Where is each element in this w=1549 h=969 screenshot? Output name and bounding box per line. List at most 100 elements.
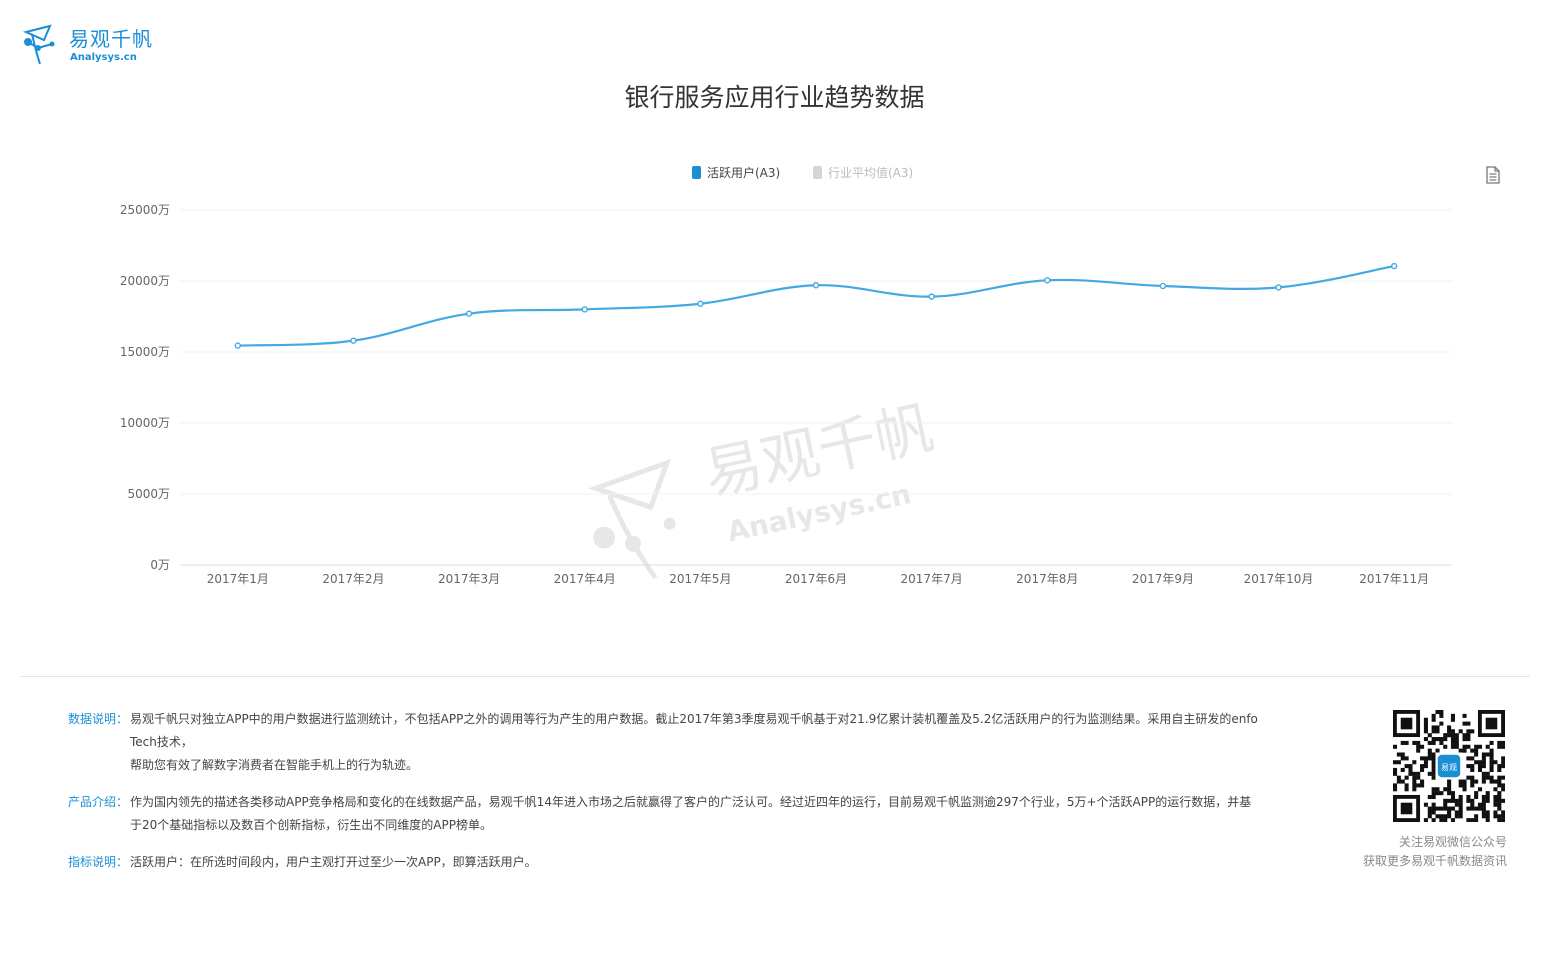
- qr-module: [1466, 733, 1471, 738]
- qr-module: [1439, 806, 1444, 811]
- qr-module: [1485, 775, 1490, 780]
- qr-module: [1439, 814, 1444, 819]
- x-tick-label: 2017年11月: [1359, 572, 1429, 586]
- legend-item[interactable]: 活跃用户(A3): [692, 165, 780, 180]
- qr-module: [1404, 740, 1409, 745]
- qr-module: [1447, 798, 1452, 803]
- qr-module: [1443, 802, 1448, 807]
- qr-module: [1501, 760, 1505, 765]
- qr-module: [1489, 760, 1494, 765]
- qr-module: [1458, 779, 1463, 784]
- qr-module: [1416, 783, 1421, 788]
- qr-module: [1393, 783, 1398, 788]
- qr-badge-label: 易观: [1441, 763, 1457, 772]
- qr-module: [1427, 771, 1432, 776]
- qr-module: [1481, 810, 1486, 815]
- qr-module: [1470, 767, 1475, 772]
- qr-code-icon: 易观: [1393, 710, 1505, 822]
- qr-module: [1412, 779, 1417, 784]
- qr-module: [1493, 798, 1498, 803]
- qr-module: [1427, 794, 1432, 800]
- qr-module: [1474, 818, 1479, 822]
- page-title: 银行服务应用行业趋势数据: [624, 83, 925, 112]
- qr-module: [1462, 748, 1467, 753]
- qr-module: [1470, 748, 1475, 753]
- qr-module: [1400, 740, 1405, 745]
- qr-module: [1458, 802, 1463, 807]
- qr-module: [1470, 783, 1475, 788]
- data-point: [350, 337, 357, 344]
- qr-module: [1466, 729, 1471, 734]
- qr-module: [1431, 810, 1436, 815]
- qr-module: [1477, 764, 1483, 769]
- qr-module: [1477, 767, 1483, 772]
- qr-module: [1443, 814, 1448, 819]
- qr-module: [1474, 806, 1479, 811]
- qr-module: [1481, 775, 1486, 780]
- qr-module: [1466, 806, 1471, 811]
- qr-module: [1454, 744, 1459, 749]
- qr-module: [1462, 787, 1467, 792]
- note-product-intro: 产品介绍： 作为国内领先的描述各类移动APP竞争格局和变化的在线数据产品，易观千…: [68, 791, 1263, 837]
- qr-module: [1431, 756, 1436, 761]
- note-text: 易观千帆只对独立APP中的用户数据进行监测统计，不包括APP之外的调用等行为产生…: [130, 708, 1263, 777]
- qr-module: [1470, 779, 1475, 784]
- qr-module: [1485, 771, 1490, 776]
- qr-module: [1431, 725, 1436, 730]
- data-point: [697, 300, 704, 307]
- qr-module: [1470, 729, 1475, 734]
- legend-swatch: [813, 166, 822, 179]
- data-point: [581, 306, 588, 313]
- qr-module: [1497, 779, 1502, 784]
- qr-module: [1420, 783, 1425, 788]
- qr-module: [1423, 802, 1428, 807]
- legend-item[interactable]: 行业平均值(A3): [813, 165, 913, 180]
- series-layer: [234, 262, 1398, 349]
- qr-module: [1447, 725, 1452, 730]
- qr-module: [1458, 729, 1463, 734]
- qr-module: [1450, 806, 1455, 811]
- series-line: [237, 265, 1395, 347]
- y-tick-label: 5000万: [127, 487, 170, 501]
- qr-module: [1396, 779, 1401, 784]
- qr-module: [1485, 744, 1490, 749]
- qr-module: [1427, 806, 1432, 811]
- qr-module: [1423, 818, 1428, 822]
- qr-module: [1400, 767, 1405, 772]
- qr-module: [1431, 767, 1436, 772]
- qr-module: [1435, 737, 1440, 742]
- qr-module: [1400, 752, 1405, 757]
- qr-module: [1481, 806, 1486, 811]
- analysys-logo-icon: [22, 24, 55, 65]
- qr-module: [1450, 798, 1455, 803]
- brand-logo[interactable]: 易观千帆 Analysys.cn: [22, 22, 182, 70]
- qr-module: [1481, 771, 1486, 776]
- qr-module: [1497, 744, 1502, 749]
- qr-module: [1423, 717, 1428, 722]
- qr-module: [1462, 779, 1467, 784]
- qr-module: [1497, 740, 1502, 745]
- qr-module: [1427, 756, 1432, 761]
- qr-module: [1501, 818, 1505, 822]
- data-point: [812, 282, 820, 289]
- qr-module: [1431, 740, 1436, 745]
- qr-module: [1439, 710, 1444, 715]
- qr-module: [1431, 802, 1436, 807]
- data-point: [1159, 282, 1167, 290]
- qr-module: [1447, 806, 1452, 811]
- data-point: [234, 342, 242, 349]
- qr-module: [1420, 767, 1425, 772]
- qr-module: [1404, 764, 1409, 769]
- data-point: [1275, 284, 1282, 291]
- qr-module: [1423, 729, 1428, 734]
- qr-module: [1485, 818, 1490, 822]
- qr-module: [1497, 791, 1502, 796]
- qr-module: [1450, 794, 1455, 800]
- note-label: 产品介绍：: [68, 795, 129, 809]
- qr-module: [1485, 810, 1490, 815]
- qr-module: [1485, 717, 1498, 730]
- qr-module: [1412, 760, 1417, 765]
- qr-module: [1439, 721, 1444, 726]
- qr-module: [1458, 794, 1463, 800]
- qr-module: [1439, 737, 1444, 742]
